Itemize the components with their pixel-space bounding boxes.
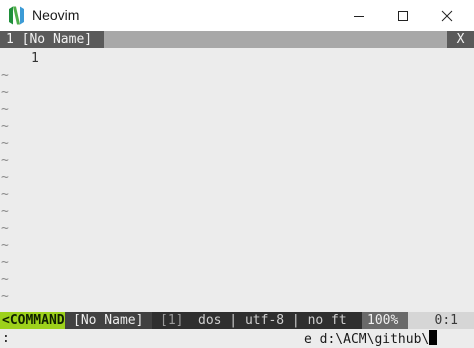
- window-titlebar: Neovim: [0, 0, 474, 31]
- status-percent: 100%: [362, 312, 408, 329]
- empty-line-marker: ~: [1, 238, 9, 253]
- command-line[interactable]: : e d:\ACM\github\: [0, 330, 474, 347]
- maximize-button[interactable]: [380, 0, 426, 31]
- statusline: <COMMAND [No Name] [1] dos | utf-8 | no …: [0, 312, 474, 329]
- empty-line-marker: ~: [1, 85, 9, 100]
- minimize-icon: [354, 15, 364, 17]
- status-position: 0:1: [408, 312, 474, 329]
- command-prefix: :: [2, 331, 10, 346]
- empty-line-marker: ~: [1, 187, 9, 202]
- line-number: 1: [31, 51, 39, 66]
- window-title: Neovim: [32, 7, 80, 23]
- empty-line-marker: ~: [1, 136, 9, 151]
- status-buffer-number: [1]: [160, 313, 184, 328]
- close-window-button[interactable]: [424, 0, 470, 31]
- tabline: 1 [No Name] X: [0, 31, 474, 48]
- editor-area[interactable]: 1 [No Name] X 1 ~ ~ ~ ~ ~ ~ ~ ~ ~ ~ ~ ~ …: [0, 31, 474, 348]
- empty-line-marker: ~: [1, 68, 9, 83]
- empty-line-marker: ~: [1, 204, 9, 219]
- mode-indicator: <COMMAND: [0, 312, 65, 329]
- empty-line-marker: ~: [1, 153, 9, 168]
- empty-line-marker: ~: [1, 255, 9, 270]
- empty-line-marker: ~: [1, 272, 9, 287]
- minimize-button[interactable]: [336, 0, 382, 31]
- close-icon: [441, 10, 453, 21]
- tab-no-name[interactable]: 1 [No Name]: [0, 31, 104, 48]
- empty-line-marker: ~: [1, 119, 9, 134]
- empty-line-marker: ~: [1, 289, 9, 304]
- neovim-logo-icon: [9, 6, 24, 25]
- command-input[interactable]: e d:\ACM\github\: [304, 330, 438, 348]
- tab-close-button[interactable]: X: [447, 31, 474, 48]
- empty-line-marker: ~: [1, 102, 9, 117]
- command-text: e d:\ACM\github\: [304, 332, 430, 347]
- text-cursor: [429, 330, 438, 345]
- status-file-info: dos | utf-8 | no ft: [198, 313, 347, 328]
- empty-line-marker: ~: [1, 170, 9, 185]
- status-filename: [No Name]: [65, 312, 152, 329]
- empty-line-marker: ~: [1, 221, 9, 236]
- maximize-icon: [398, 10, 408, 21]
